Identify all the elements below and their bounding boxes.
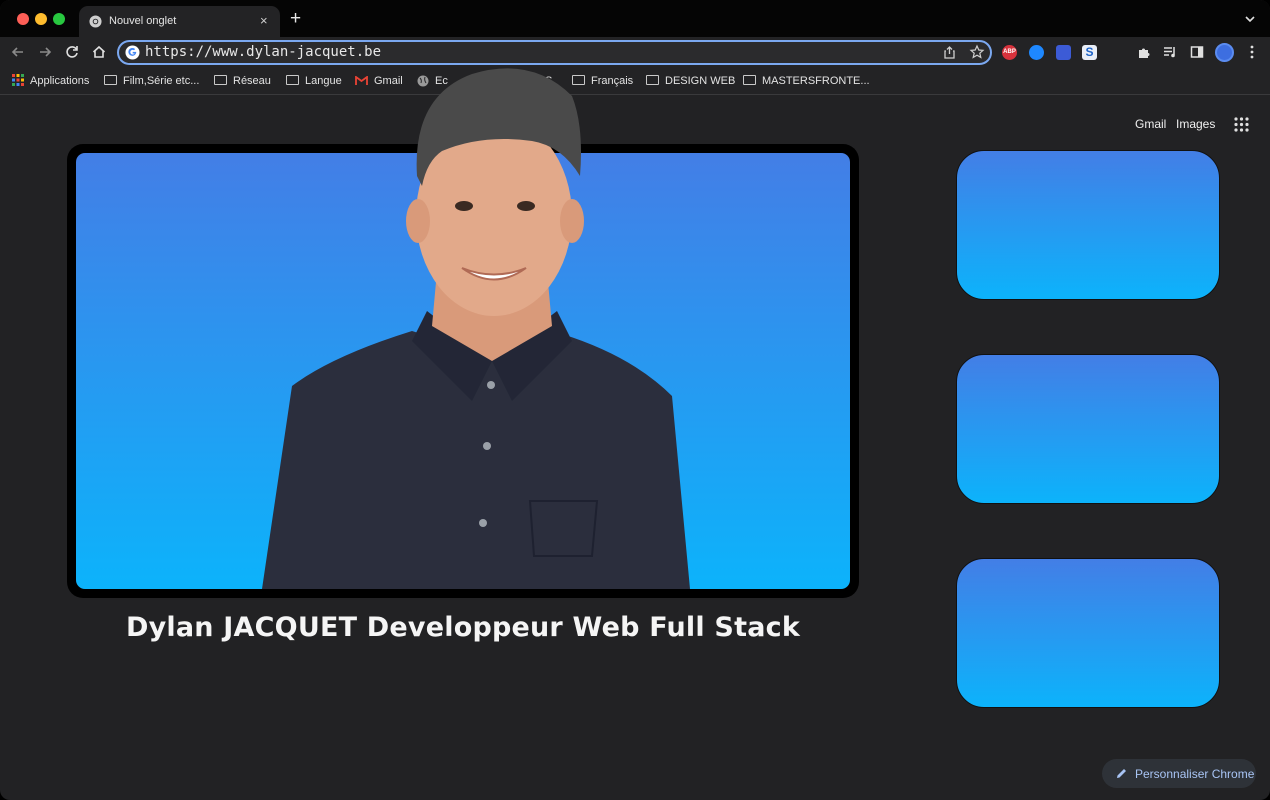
bookmark-label: Film,Série etc... [123, 75, 200, 87]
shortcut-card[interactable] [956, 150, 1220, 300]
images-link[interactable]: Images [1176, 117, 1215, 131]
bookmark-folder-films[interactable]: Film,Série etc... [104, 73, 199, 89]
side-panel-icon[interactable] [1189, 44, 1205, 60]
tab-new-tab[interactable]: Nouvel onglet × [79, 6, 280, 37]
face-extension-icon[interactable] [1056, 45, 1071, 60]
portrait-photo [262, 68, 690, 589]
bookmark-folder-mastersfrontend[interactable]: MASTERSFRONTE... [743, 73, 870, 89]
pencil-icon [1117, 769, 1126, 778]
back-icon[interactable] [9, 43, 27, 61]
media-control-icon[interactable] [1162, 44, 1178, 60]
share-icon[interactable] [942, 45, 957, 60]
puzzle-icon[interactable] [1136, 44, 1152, 60]
tab-close-icon[interactable]: × [260, 12, 268, 30]
tab-title: Nouvel onglet [109, 15, 177, 27]
shazam-extension-icon[interactable] [1029, 45, 1044, 60]
bookmark-applications[interactable]: Applications [12, 73, 89, 89]
customize-chrome-label: Personnaliser Chrome [1135, 767, 1255, 781]
google-apps-icon[interactable] [1234, 117, 1249, 132]
bookmark-star-icon[interactable] [969, 44, 985, 60]
google-icon [125, 45, 140, 60]
folder-icon [104, 75, 117, 86]
minimize-window-button[interactable] [35, 13, 47, 25]
shortcut-card[interactable] [956, 558, 1220, 708]
bookmark-label: MASTERSFRONTE... [762, 75, 870, 87]
s-extension-icon[interactable]: S [1082, 45, 1097, 60]
kebab-menu-icon[interactable] [1244, 44, 1260, 60]
folder-icon [214, 75, 227, 86]
home-icon[interactable] [90, 43, 108, 61]
chevron-down-icon[interactable] [1244, 13, 1256, 25]
adblock-extension-icon[interactable]: ABP [1002, 45, 1017, 60]
hero-title: Dylan JACQUET Developpeur Web Full Stack [126, 612, 800, 643]
bookmark-label: Applications [30, 75, 90, 87]
folder-icon [743, 75, 756, 86]
new-tab-button[interactable]: + [290, 9, 301, 29]
browser-window: Nouvel onglet × + https://www.dylan-jacq… [0, 0, 1270, 800]
apps-grid-icon [12, 74, 24, 87]
forward-icon[interactable] [36, 43, 54, 61]
shortcut-card[interactable] [956, 354, 1220, 504]
maximize-window-button[interactable] [53, 13, 65, 25]
reload-icon[interactable] [63, 43, 81, 61]
close-window-button[interactable] [17, 13, 29, 25]
customize-chrome-button[interactable]: Personnaliser Chrome [1102, 759, 1256, 788]
tab-strip: Nouvel onglet × + [0, 0, 1270, 37]
gmail-link[interactable]: Gmail [1135, 117, 1166, 131]
profile-avatar[interactable] [1215, 43, 1234, 62]
chrome-icon [89, 15, 102, 28]
